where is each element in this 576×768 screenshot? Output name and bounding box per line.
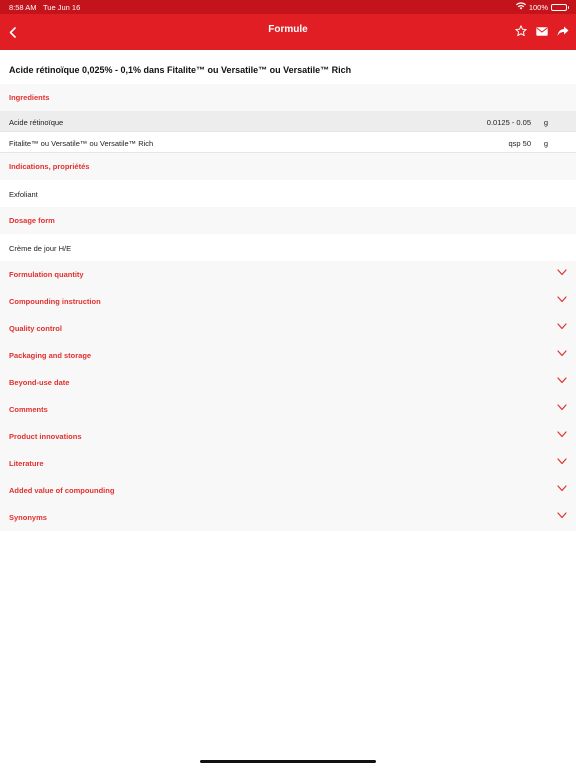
star-icon bbox=[515, 25, 527, 37]
chevron-down-icon bbox=[557, 431, 567, 439]
status-right: 100% bbox=[515, 2, 569, 12]
home-indicator bbox=[200, 760, 376, 763]
chevron-down-icon bbox=[557, 404, 567, 412]
chevron-down-icon bbox=[557, 323, 567, 331]
section-label: Formulation quantity bbox=[9, 270, 84, 279]
section-label: Beyond-use date bbox=[9, 378, 70, 387]
dosage-form-value: Crème de jour H/E bbox=[0, 234, 576, 261]
section-label: Synonyms bbox=[9, 513, 47, 522]
section-row-beyond-use-date[interactable]: Beyond-use date bbox=[0, 369, 576, 396]
section-label: Product innovations bbox=[9, 432, 82, 441]
section-row-compounding-instruction[interactable]: Compounding instruction bbox=[0, 288, 576, 315]
ingredient-qty: 0.0125 - 0.05 bbox=[486, 118, 531, 127]
section-row-synonyms[interactable]: Synonyms bbox=[0, 504, 576, 531]
nav-actions bbox=[514, 23, 570, 39]
share-button[interactable] bbox=[556, 23, 570, 39]
chevron-down-icon bbox=[557, 458, 567, 466]
chevron-down-icon bbox=[557, 512, 567, 520]
chevron-down-icon bbox=[557, 350, 567, 358]
ingredient-row: Fitalite™ ou Versatile™ ou Versatile™ Ri… bbox=[0, 132, 576, 153]
section-row-literature[interactable]: Literature bbox=[0, 450, 576, 477]
battery-percent: 100% bbox=[528, 2, 548, 12]
formula-detail: Acide rétinoïque 0,025% - 0,1% dans Fita… bbox=[0, 50, 576, 531]
section-label: Quality control bbox=[9, 324, 62, 333]
ingredient-qty: qsp 50 bbox=[508, 139, 531, 148]
status-bar: 8:58 AM Tue Jun 16 100% bbox=[0, 0, 576, 14]
section-row-packaging-and-storage[interactable]: Packaging and storage bbox=[0, 342, 576, 369]
favorite-button[interactable] bbox=[514, 23, 528, 39]
section-row-added-value-of-compounding[interactable]: Added value of compounding bbox=[0, 477, 576, 504]
wifi-icon bbox=[515, 2, 526, 12]
ingredients-header: Ingredients bbox=[0, 84, 576, 111]
chevron-down-icon bbox=[557, 377, 567, 385]
ingredient-unit: g bbox=[543, 118, 548, 127]
status-date: Tue Jun 16 bbox=[43, 3, 81, 12]
chevron-down-icon bbox=[557, 269, 567, 277]
indications-value: Exfoliant bbox=[0, 180, 576, 207]
section-row-product-innovations[interactable]: Product innovations bbox=[0, 423, 576, 450]
share-arrow-icon bbox=[557, 26, 569, 36]
section-label: Literature bbox=[9, 459, 44, 468]
section-label: Added value of compounding bbox=[9, 486, 115, 495]
collapsible-sections: Formulation quantity Compounding instruct… bbox=[0, 261, 576, 531]
section-row-quality-control[interactable]: Quality control bbox=[0, 315, 576, 342]
chevron-down-icon bbox=[557, 485, 567, 493]
ingredient-unit: g bbox=[543, 139, 548, 148]
ingredient-name: Fitalite™ ou Versatile™ ou Versatile™ Ri… bbox=[9, 139, 154, 148]
section-row-comments[interactable]: Comments bbox=[0, 396, 576, 423]
section-row-formulation-quantity[interactable]: Formulation quantity bbox=[0, 261, 576, 288]
formula-title: Acide rétinoïque 0,025% - 0,1% dans Fita… bbox=[0, 50, 576, 84]
ingredient-row: Acide rétinoïque 0.0125 - 0.05 g bbox=[0, 111, 576, 132]
indications-header: Indications, propriétés bbox=[0, 153, 576, 180]
envelope-icon bbox=[536, 26, 548, 36]
status-time: 8:58 AM bbox=[9, 3, 37, 12]
section-label: Packaging and storage bbox=[9, 351, 92, 360]
dosage-form-header: Dosage form bbox=[0, 207, 576, 234]
section-label: Comments bbox=[9, 405, 48, 414]
nav-bar: Formule bbox=[0, 14, 576, 50]
battery-icon bbox=[551, 3, 569, 11]
chevron-down-icon bbox=[557, 296, 567, 304]
ingredient-name: Acide rétinoïque bbox=[9, 118, 64, 127]
page-title: Formule bbox=[268, 24, 308, 35]
section-label: Compounding instruction bbox=[9, 297, 101, 306]
email-button[interactable] bbox=[535, 23, 549, 39]
